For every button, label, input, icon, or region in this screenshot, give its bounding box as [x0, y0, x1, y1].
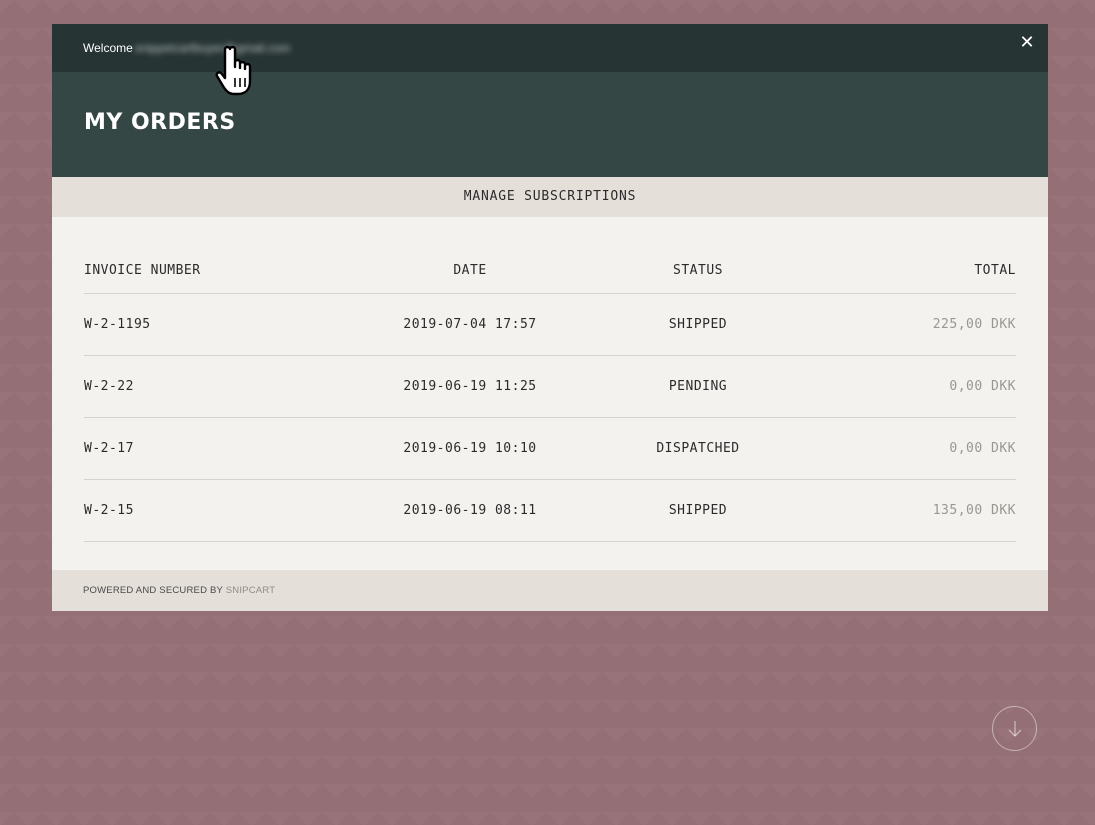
- user-email: snippetcartbuyer@gmail.com: [134, 41, 291, 55]
- close-button[interactable]: ✕: [1014, 32, 1040, 58]
- column-header-status: STATUS: [673, 263, 723, 278]
- page-title: MY ORDERS: [84, 110, 236, 135]
- footer-credit: POWERED AND SECURED BY SNIPCART: [83, 585, 275, 596]
- invoice-number: W-2-15: [84, 503, 134, 518]
- invoice-number: W-2-17: [84, 441, 134, 456]
- order-total: 135,00 DKK: [932, 503, 1016, 518]
- page-header: MY ORDERS: [52, 72, 1048, 177]
- snipcart-link[interactable]: SNIPCART: [226, 585, 275, 596]
- orders-table: INVOICE NUMBER DATE STATUS TOTAL W-2-119…: [84, 247, 1016, 542]
- order-total: 225,00 DKK: [932, 317, 1016, 332]
- table-row[interactable]: W-2-22 2019-06-19 11:25 PENDING 0,00 DKK: [84, 356, 1016, 418]
- table-row[interactable]: W-2-17 2019-06-19 10:10 DISPATCHED 0,00 …: [84, 418, 1016, 480]
- table-row[interactable]: W-2-1195 2019-07-04 17:57 SHIPPED 225,00…: [84, 294, 1016, 356]
- table-row[interactable]: W-2-15 2019-06-19 08:11 SHIPPED 135,00 D…: [84, 480, 1016, 542]
- welcome-message: Welcome snippetcartbuyer@gmail.com: [83, 41, 290, 55]
- order-status: SHIPPED: [668, 503, 728, 518]
- order-status: SHIPPED: [668, 317, 728, 332]
- invoice-number: W-2-1195: [84, 317, 151, 332]
- scroll-down-button[interactable]: [992, 706, 1037, 751]
- order-status: DISPATCHED: [656, 441, 740, 456]
- order-total: 0,00 DKK: [949, 441, 1016, 456]
- welcome-label: Welcome: [83, 41, 133, 55]
- order-total: 0,00 DKK: [949, 379, 1016, 394]
- order-status: PENDING: [668, 379, 728, 394]
- manage-subscriptions-button[interactable]: MANAGE SUBSCRIPTIONS: [52, 177, 1048, 217]
- arrow-down-icon: [1008, 721, 1022, 737]
- footer-label: POWERED AND SECURED BY: [83, 585, 223, 596]
- close-icon: ✕: [1019, 32, 1035, 53]
- table-header: INVOICE NUMBER DATE STATUS TOTAL: [84, 247, 1016, 294]
- orders-modal: Welcome snippetcartbuyer@gmail.com ✕ MY O…: [52, 24, 1048, 611]
- column-header-invoice: INVOICE NUMBER: [84, 263, 201, 278]
- column-header-total: TOTAL: [974, 263, 1016, 278]
- top-bar: Welcome snippetcartbuyer@gmail.com ✕: [52, 24, 1048, 72]
- invoice-number: W-2-22: [84, 379, 134, 394]
- footer: POWERED AND SECURED BY SNIPCART: [52, 570, 1048, 611]
